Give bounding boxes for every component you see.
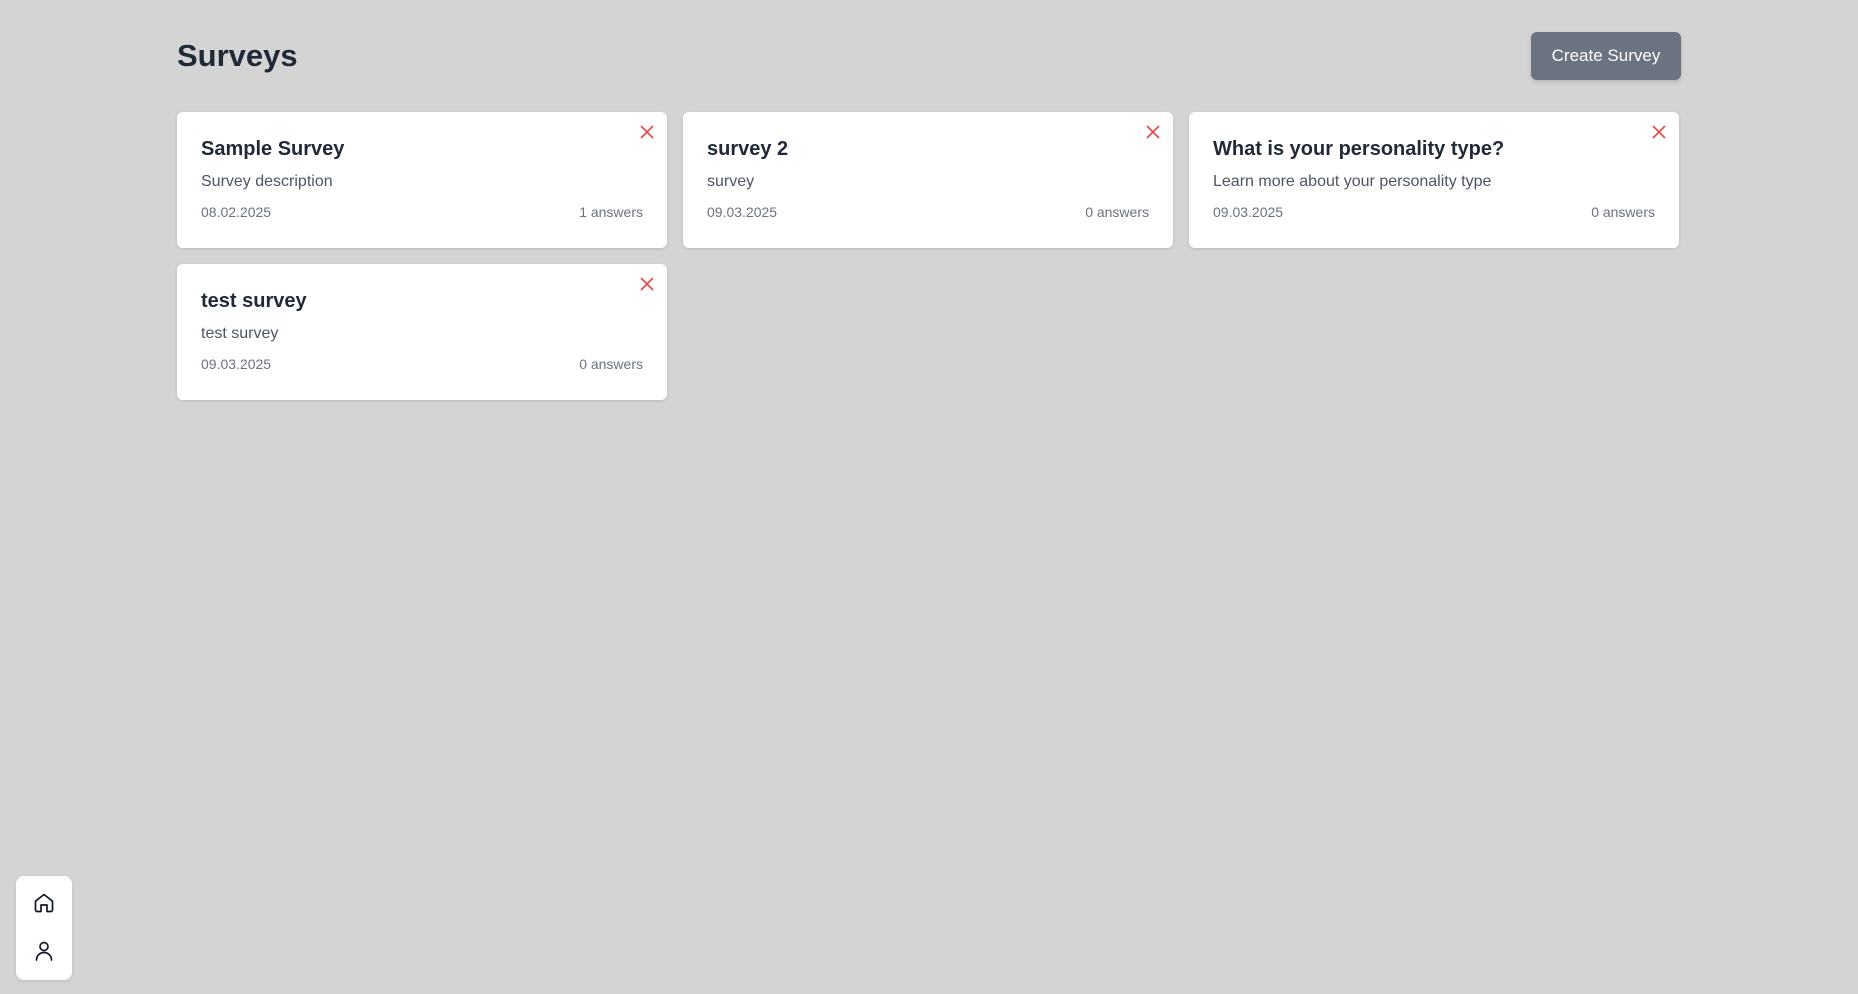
survey-title: test survey: [201, 290, 307, 312]
survey-description: survey: [707, 173, 755, 190]
delete-survey-button[interactable]: [637, 274, 657, 294]
delete-survey-button[interactable]: [637, 122, 657, 142]
user-icon: [35, 941, 53, 961]
survey-answer-count: 0 answers: [1085, 203, 1149, 220]
survey-grid: Sample Survey Survey description 08.02.2…: [177, 112, 1681, 400]
close-icon: [1652, 125, 1666, 139]
close-icon: [640, 125, 654, 139]
delete-survey-button[interactable]: [1649, 122, 1669, 142]
survey-card[interactable]: What is your personality type? Learn mor…: [1189, 112, 1679, 248]
survey-date: 09.03.2025: [201, 355, 272, 372]
survey-card[interactable]: survey 2 survey 09.03.2025 0 answers: [683, 112, 1173, 248]
survey-date: 09.03.2025: [707, 203, 778, 220]
survey-meta: 09.03.2025 0 answers: [1213, 203, 1655, 221]
create-survey-button[interactable]: Create Survey: [1531, 32, 1681, 80]
close-icon: [640, 277, 654, 291]
survey-description: Learn more about your personality type: [1213, 173, 1492, 190]
survey-description: Survey description: [201, 173, 333, 190]
survey-meta: 09.03.2025 0 answers: [201, 355, 643, 373]
survey-title: What is your personality type?: [1213, 138, 1505, 160]
survey-meta: 09.03.2025 0 answers: [707, 203, 1149, 221]
survey-description: test survey: [201, 325, 279, 342]
survey-card[interactable]: test survey test survey 09.03.2025 0 ans…: [177, 264, 667, 400]
profile-nav-button[interactable]: [32, 939, 56, 963]
survey-answer-count: 1 answers: [579, 203, 643, 220]
home-nav-button[interactable]: [32, 891, 56, 915]
survey-meta: 08.02.2025 1 answers: [201, 203, 643, 221]
survey-title: Sample Survey: [201, 138, 345, 160]
survey-date: 09.03.2025: [1213, 203, 1284, 220]
close-icon: [1146, 125, 1160, 139]
page-title: Surveys: [177, 38, 298, 73]
survey-title: survey 2: [707, 138, 789, 160]
survey-card[interactable]: Sample Survey Survey description 08.02.2…: [177, 112, 667, 248]
survey-answer-count: 0 answers: [1591, 203, 1655, 220]
side-nav: [16, 876, 72, 980]
page-header: Surveys Create Survey: [177, 32, 1681, 80]
delete-survey-button[interactable]: [1143, 122, 1163, 142]
home-icon: [34, 893, 54, 913]
survey-answer-count: 0 answers: [579, 355, 643, 372]
survey-date: 08.02.2025: [201, 203, 272, 220]
